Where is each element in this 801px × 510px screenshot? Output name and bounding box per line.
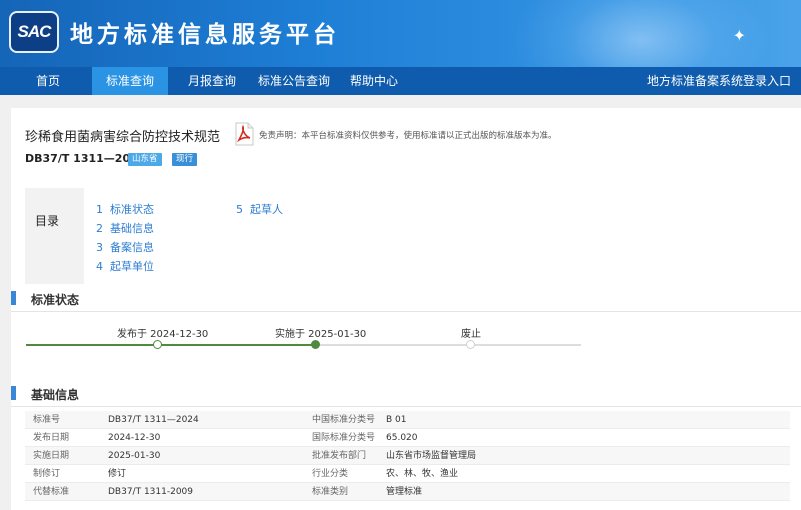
info-key: 中国标准分类号 (312, 415, 376, 425)
toc-text: 基础信息 (110, 222, 154, 235)
info-value: DB37/T 1311-2009 (108, 487, 194, 497)
info-key: 标准类别 (312, 487, 349, 497)
info-key: 国际标准分类号 (312, 433, 376, 443)
sac-logo[interactable]: SAC (9, 11, 59, 53)
info-value: DB37/T 1311—2024 (108, 415, 199, 425)
info-key: 代替标准 (33, 487, 70, 497)
toc-text: 备案信息 (110, 241, 154, 254)
toc-item-drafting-unit[interactable]: 4 起草单位 (96, 258, 154, 274)
toc-num: 3 (96, 241, 103, 254)
info-row: 制修订 修订 行业分类 农、林、牧、渔业 (25, 465, 790, 483)
section-divider (11, 406, 801, 407)
toc-num: 2 (96, 222, 103, 235)
main-nav: 首页 标准查询 月报查询 标准公告查询 帮助中心 地方标准备案系统登录入口 (0, 67, 801, 95)
nav-home[interactable]: 首页 (24, 67, 72, 95)
timeline-progress (26, 344, 316, 346)
header-banner: ✦ SAC 地方标准信息服务平台 (0, 0, 801, 67)
info-value: B 01 (386, 415, 407, 425)
logo-text: SAC (17, 22, 52, 41)
toc-text: 起草单位 (110, 260, 154, 273)
toc-item-status[interactable]: 1 标准状态 (96, 201, 154, 217)
milestone-label-effective: 实施于 2025-01-30 (275, 329, 367, 340)
standard-name: 珍稀食用菌病害综合防控技术规范 (25, 130, 221, 145)
toc-box (25, 188, 84, 284)
milestone-node-effective (311, 340, 320, 349)
info-row: 代替标准 DB37/T 1311-2009 标准类别 管理标准 (25, 483, 790, 501)
nav-monthly-report[interactable]: 月报查询 (180, 67, 244, 95)
info-value: 修订 (108, 469, 127, 479)
pdf-icon[interactable] (233, 122, 255, 146)
section-marker (11, 291, 16, 305)
standard-detail-card: 珍稀食用菌病害综合防控技术规范 免责声明：本平台标准资料仅供参考，使用标准请以正… (11, 108, 801, 510)
info-value: 农、林、牧、渔业 (386, 469, 459, 479)
info-row: 标准号 DB37/T 1311—2024 中国标准分类号 B 01 (25, 411, 790, 429)
info-key: 标准号 (33, 415, 61, 425)
site-title: 地方标准信息服务平台 (70, 22, 340, 48)
sparkle-icon: ✦ (732, 26, 746, 45)
info-key: 制修订 (33, 469, 61, 479)
toc-label: 目录 (35, 214, 60, 228)
status-badge: 现行 (172, 153, 198, 166)
milestone-node-abolished (466, 340, 475, 349)
toc-num: 5 (236, 203, 243, 216)
toc-text: 标准状态 (110, 203, 154, 216)
info-key: 实施日期 (33, 451, 70, 461)
nav-announcement-search[interactable]: 标准公告查询 (252, 67, 336, 95)
region-badge: 山东省 (128, 153, 162, 166)
section-divider (11, 311, 801, 312)
info-value: 2025-01-30 (108, 451, 161, 461)
info-key: 行业分类 (312, 469, 349, 479)
info-key: 发布日期 (33, 433, 70, 443)
toc-num: 4 (96, 260, 103, 273)
milestone-label-abolished: 废止 (461, 329, 481, 340)
disclaimer-text: 免责声明：本平台标准资料仅供参考，使用标准请以正式出版的标准版本为准。 (259, 131, 557, 141)
toc-item-filing[interactable]: 3 备案信息 (96, 239, 154, 255)
milestone-label-published: 发布于 2024-12-30 (117, 329, 209, 340)
nav-help-center[interactable]: 帮助中心 (342, 67, 406, 95)
toc-text: 起草人 (250, 203, 283, 216)
nav-standard-search[interactable]: 标准查询 (92, 67, 168, 95)
info-value: 2024-12-30 (108, 433, 161, 443)
milestone-node-published (153, 340, 162, 349)
info-value: 山东省市场监督管理局 (386, 451, 477, 461)
section-marker (11, 386, 16, 400)
status-section-title: 标准状态 (31, 293, 80, 307)
toc-num: 1 (96, 203, 103, 216)
info-value: 管理标准 (386, 487, 423, 497)
info-key: 批准发布部门 (312, 451, 367, 461)
toc-item-basic[interactable]: 2 基础信息 (96, 220, 154, 236)
info-value: 65.020 (386, 433, 418, 443)
toc-item-drafter[interactable]: 5 起草人 (236, 201, 283, 217)
filing-system-login-link[interactable]: 地方标准备案系统登录入口 (647, 67, 791, 95)
basic-section-title: 基础信息 (31, 388, 80, 402)
info-row: 实施日期 2025-01-30 批准发布部门 山东省市场监督管理局 (25, 447, 790, 465)
info-row: 发布日期 2024-12-30 国际标准分类号 65.020 (25, 429, 790, 447)
